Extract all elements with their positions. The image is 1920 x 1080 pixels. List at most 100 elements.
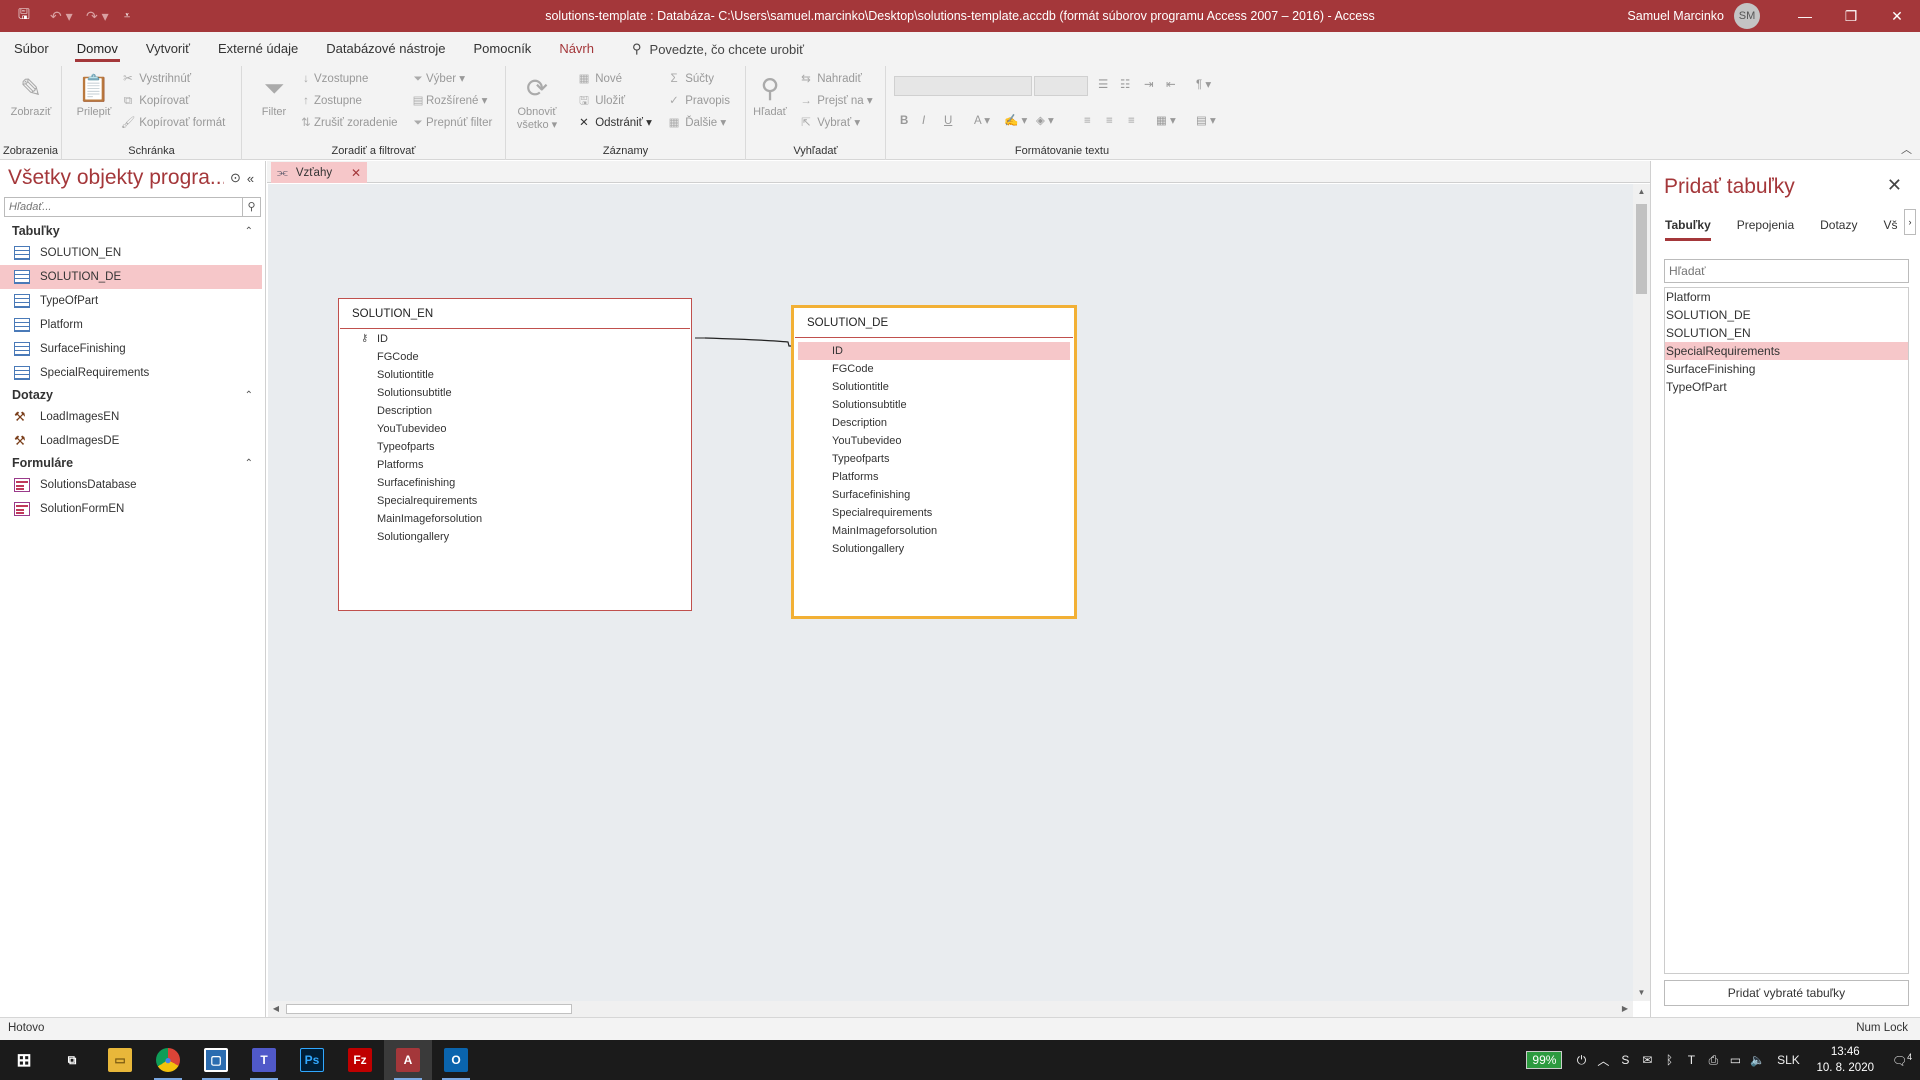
table-box-solution-en[interactable]: SOLUTION_EN ⚷ ID FGCode Solutiontitle Solutio… [338,298,692,611]
pane-tab[interactable]: Prepojenia [1737,215,1794,241]
printer-icon[interactable]: ⎙ [1702,1053,1724,1068]
table-field[interactable]: Solutiongallery [798,540,1070,558]
font-name-select[interactable] [894,76,1032,96]
minimize-icon[interactable]: — [1782,0,1828,32]
tab-design[interactable]: Návrh [545,32,608,66]
table-field[interactable]: Surfacefinishing [798,486,1070,504]
collapse-section-icon[interactable]: ⌃ [245,226,253,237]
table-field[interactable]: Typeofparts [343,438,687,456]
close-pane-icon[interactable]: ✕ [1887,175,1902,196]
find-button[interactable]: ⚲ Hľadať [748,70,792,118]
table-field[interactable]: Description [343,402,687,420]
nav-search[interactable]: ⚲ [4,197,261,217]
align-center-icon[interactable]: ≡ [1106,110,1113,132]
selection-button[interactable]: ⏷ Výber ▾ [410,68,465,90]
table-field[interactable]: Specialrequirements [343,492,687,510]
table-field[interactable]: Surfacefinishing [343,474,687,492]
search-icon[interactable]: ⚲ [242,198,260,216]
collapse-section-icon[interactable]: ⌃ [245,458,253,469]
language-indicator[interactable]: SLK [1768,1053,1808,1067]
teams-tray-icon[interactable]: T [1680,1053,1702,1067]
table-field[interactable]: Solutiongallery [343,528,687,546]
table-field[interactable]: Typeofparts [798,450,1070,468]
delete-record-button[interactable]: ✕ Odstrániť ▾ [576,112,652,134]
font-size-select[interactable] [1034,76,1088,96]
pane-search-input[interactable] [1665,260,1908,282]
table-field[interactable]: Platforms [798,468,1070,486]
nav-item[interactable]: TypeOfPart [0,289,262,313]
numbering-icon[interactable]: ☷ [1120,74,1130,96]
toggle-filter-button[interactable]: ⏷ Prepnúť filter [410,112,492,134]
filter-button[interactable]: ⏷ Filter [246,70,302,118]
tab-help[interactable]: Pomocník [460,32,546,66]
table-field[interactable]: ⚷ ID [343,330,687,348]
pane-list-item[interactable]: SurfaceFinishing [1665,360,1908,378]
increase-indent-icon[interactable]: ⇥ [1144,74,1154,96]
network-icon[interactable]: ▭ [1724,1053,1746,1067]
scroll-right-icon[interactable]: ▶ [1617,1001,1633,1017]
tab-home[interactable]: Domov [63,32,132,66]
tab-create[interactable]: Vytvoriť [132,32,204,66]
new-record-button[interactable]: ▦ Nové [576,68,623,90]
table-field[interactable]: Platforms [343,456,687,474]
start-button[interactable]: ⊞ [0,1040,48,1080]
taskbar-chrome[interactable]: ● [144,1040,192,1080]
horizontal-scroll-thumb[interactable] [286,1004,572,1014]
spelling-button[interactable]: ✓ Pravopis [666,90,730,112]
table-field[interactable]: Solutiontitle [798,378,1070,396]
format-painter-button[interactable]: 🖌 Kopírovať formát [120,112,226,134]
table-box-solution-de[interactable]: SOLUTION_DE ID FGCode Solutiontitle Solution… [791,305,1077,619]
goto-button[interactable]: → Prejsť na ▾ [798,90,872,112]
taskbar-photoshop[interactable]: Ps [288,1040,336,1080]
tab-file[interactable]: Súbor [0,32,63,66]
tab-database-tools[interactable]: Databázové nástroje [312,32,459,66]
pane-search[interactable] [1664,259,1909,283]
advanced-filter-button[interactable]: ▤ Rozšírené ▾ [410,90,488,112]
decrease-indent-icon[interactable]: ⇤ [1166,74,1176,96]
table-field[interactable]: Solutionsubtitle [343,384,687,402]
pane-tab[interactable]: Tabuľky [1665,215,1711,241]
power-icon[interactable]: ⏻ [1570,1053,1592,1068]
table-field[interactable]: FGCode [798,360,1070,378]
cut-button[interactable]: ✂ Vystrihnúť [120,68,191,90]
table-field[interactable]: Description [798,414,1070,432]
pane-list-item[interactable]: SOLUTION_EN [1665,324,1908,342]
relationships-canvas[interactable]: SOLUTION_EN ⚷ ID FGCode Solutiontitle Solutio… [268,184,1633,1001]
view-button[interactable]: ✎ Zobraziť [3,70,59,118]
align-left-icon[interactable]: ≡ [1084,110,1091,132]
vertical-scrollbar[interactable]: ▲ ▼ [1633,184,1650,1001]
clock[interactable]: 13:46 10. 8. 2020 [1816,1044,1874,1076]
nav-section-header[interactable]: Dotazy ⌃ [0,385,265,405]
nav-item[interactable]: SolutionFormEN [0,497,262,521]
nav-section-header[interactable]: Tabuľky ⌃ [0,221,265,241]
collapse-ribbon-icon[interactable]: ︿ [1901,141,1912,157]
nav-item[interactable]: SurfaceFinishing [0,337,262,361]
fill-color-icon[interactable]: ◈ ▾ [1036,110,1054,132]
sort-ascending-button[interactable]: ↓ Vzostupne [298,68,368,90]
close-window-icon[interactable]: ✕ [1874,0,1920,32]
relationship-line[interactable] [704,337,802,347]
table-field[interactable]: YouTubevideo [798,432,1070,450]
paste-button[interactable]: 📋 Prilepiť [66,70,122,118]
nav-item[interactable]: SpecialRequirements [0,361,262,385]
italic-button[interactable]: I [922,110,925,132]
pane-tabs-scroll-icon[interactable]: › [1904,209,1916,235]
battery-indicator[interactable]: 99% [1526,1051,1563,1069]
show-hidden-icons[interactable]: ︿ [1592,1052,1614,1069]
align-right-icon[interactable]: ≡ [1128,110,1135,132]
nav-item[interactable]: Platform [0,313,262,337]
refresh-all-button[interactable]: ⟳ Obnoviť všetko ▾ [512,70,562,131]
taskbar-outlook[interactable]: O [432,1040,480,1080]
horizontal-scrollbar[interactable]: ◀ ▶ [268,1001,1633,1017]
totals-button[interactable]: Σ Súčty [666,68,714,90]
nav-item[interactable]: SOLUTION_EN [0,241,262,265]
notifications-icon[interactable]: 🗨4 [1884,1052,1920,1068]
gridlines-icon[interactable]: ▦ ▾ [1156,110,1176,132]
alternate-row-color-icon[interactable]: ▤ ▾ [1196,110,1216,132]
tell-me-box[interactable]: ⚲ Povedzte, čo chcete urobiť [632,41,804,57]
replace-button[interactable]: ⇆ Nahradiť [798,68,862,90]
taskbar-explorer[interactable]: ▭ [96,1040,144,1080]
table-field[interactable]: YouTubevideo [343,420,687,438]
taskbar-access[interactable]: A [384,1040,432,1080]
nav-item[interactable]: SolutionsDatabase [0,473,262,497]
